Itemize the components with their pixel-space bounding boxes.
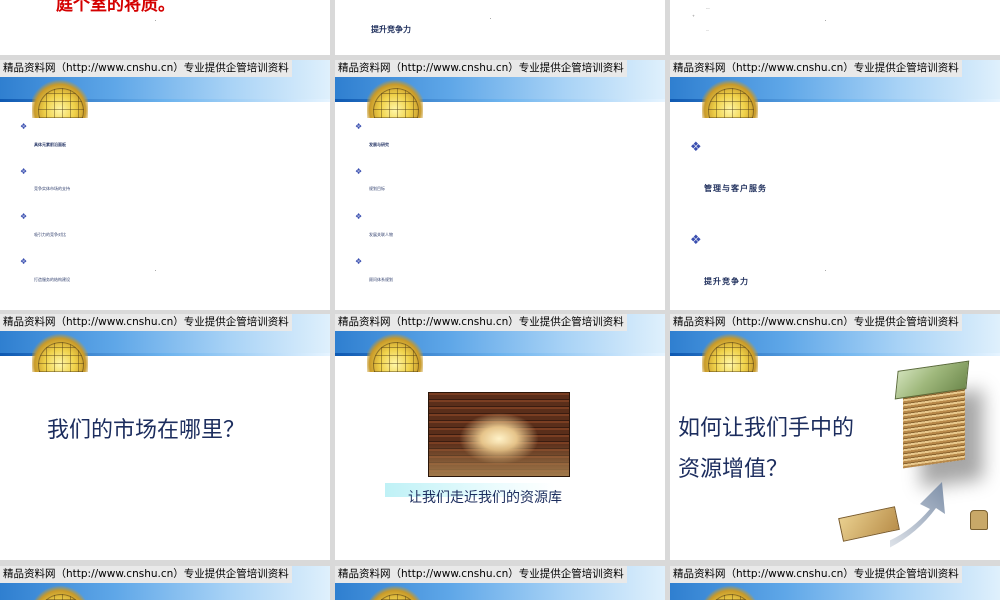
bullet-text: 吸引力的竞争对比 — [34, 232, 66, 237]
diamond-bullet-icon: ❖ — [690, 233, 702, 248]
slide-text: --- — [706, 6, 710, 10]
slide-thumbnail-9[interactable]: 精品资料网（http://www.cnshu.cn）专业提供企管培训资料 如何让… — [670, 314, 1000, 560]
diamond-bullet-icon: ❖ — [355, 122, 363, 131]
slide-banner: 精品资料网（http://www.cnshu.cn）专业提供企管培训资料 — [0, 566, 330, 600]
money-bag-icon — [970, 510, 988, 530]
library-image — [428, 392, 570, 477]
slide-text: ... — [706, 28, 710, 32]
banner-label: 精品资料网（http://www.cnshu.cn）专业提供企管培训资料 — [335, 60, 627, 77]
diamond-bullet-icon: ❖ — [355, 257, 363, 266]
slide-thumbnail-6[interactable]: 精品资料网（http://www.cnshu.cn）专业提供企管培训资料 ❖ 管… — [670, 60, 1000, 310]
globe-logo-icon — [367, 584, 423, 600]
slide-thumbnail-10[interactable]: 精品资料网（http://www.cnshu.cn）专业提供企管培训资料 — [0, 566, 330, 600]
globe-logo-icon — [367, 332, 423, 372]
slide-thumbnail-3[interactable]: --- + ... — [670, 0, 1000, 55]
slide-thumbnail-12[interactable]: 精品资料网（http://www.cnshu.cn）专业提供企管培训资料 — [670, 566, 1000, 600]
slide-title: 我们的市场在哪里？ — [47, 418, 246, 443]
slide-thumbnail-4[interactable]: 精品资料网（http://www.cnshu.cn）专业提供企管培训资料 ❖ 具… — [0, 60, 330, 310]
banner-label: 精品资料网（http://www.cnshu.cn）专业提供企管培训资料 — [0, 314, 292, 331]
bullet-text: 打造服务的结构建设 — [34, 277, 70, 282]
banner-label: 精品资料网（http://www.cnshu.cn）专业提供企管培训资料 — [670, 314, 962, 331]
diamond-bullet-icon: ❖ — [690, 140, 702, 155]
slide-dot — [825, 20, 826, 21]
slide-thumbnail-5[interactable]: 精品资料网（http://www.cnshu.cn）专业提供企管培训资料 ❖ 发… — [335, 60, 665, 310]
slide-text: 提升竞争力 — [371, 24, 411, 34]
banner-label: 精品资料网（http://www.cnshu.cn）专业提供企管培训资料 — [0, 566, 292, 583]
diamond-bullet-icon: ❖ — [20, 257, 28, 266]
banner-label: 精品资料网（http://www.cnshu.cn）专业提供企管培训资料 — [335, 314, 627, 331]
globe-logo-icon — [702, 584, 758, 600]
bullet-text: 具体元素前沿面板 — [34, 142, 66, 147]
banner-label: 精品资料网（http://www.cnshu.cn）专业提供企管培训资料 — [670, 60, 962, 77]
banner-label: 精品资料网（http://www.cnshu.cn）专业提供企管培训资料 — [670, 566, 962, 583]
diamond-bullet-icon: ❖ — [20, 122, 28, 131]
slide-title-line: 如何让我们手中的 — [678, 416, 855, 441]
banner-label: 精品资料网（http://www.cnshu.cn）专业提供企管培训资料 — [335, 566, 627, 583]
bullet-icon: + — [692, 14, 695, 18]
bullet-text: 发展关联人物 — [369, 232, 393, 237]
slide-banner: 精品资料网（http://www.cnshu.cn）专业提供企管培训资料 — [670, 314, 1000, 372]
slide-dot — [825, 270, 826, 271]
slide-banner: 精品资料网（http://www.cnshu.cn）专业提供企管培训资料 — [335, 566, 665, 600]
slide-thumbnail-2[interactable]: 提升竞争力 — [335, 0, 665, 55]
slide-banner: 精品资料网（http://www.cnshu.cn）专业提供企管培训资料 — [0, 314, 330, 372]
diamond-bullet-icon: ❖ — [20, 212, 28, 221]
globe-logo-icon — [32, 78, 88, 118]
bullet-text: 规划目标 — [369, 186, 385, 191]
diamond-bullet-icon: ❖ — [20, 167, 28, 176]
globe-logo-icon — [702, 78, 758, 118]
slide-banner: 精品资料网（http://www.cnshu.cn）专业提供企管培训资料 — [670, 60, 1000, 118]
diamond-bullet-icon: ❖ — [355, 167, 363, 176]
slide-dot — [155, 270, 156, 271]
slide-thumbnail-1[interactable]: 庭个室的将质。 — [0, 0, 330, 55]
slide-dot — [490, 18, 491, 19]
slide-caption: 让我们走近我们的资源库 — [408, 490, 562, 506]
globe-logo-icon — [32, 584, 88, 600]
bullet-text: 管理与客户服务 — [704, 183, 767, 193]
slide-banner: 精品资料网（http://www.cnshu.cn）专业提供企管培训资料 — [670, 566, 1000, 600]
slide-thumbnail-7[interactable]: 精品资料网（http://www.cnshu.cn）专业提供企管培训资料 我们的… — [0, 314, 330, 560]
banner-label: 精品资料网（http://www.cnshu.cn）专业提供企管培训资料 — [0, 60, 292, 77]
slide-title-partial: 庭个室的将质。 — [56, 0, 175, 15]
slide-thumbnail-11[interactable]: 精品资料网（http://www.cnshu.cn）专业提供企管培训资料 — [335, 566, 665, 600]
slide-title-line: 资源增值？ — [678, 457, 789, 482]
slide-banner: 精品资料网（http://www.cnshu.cn）专业提供企管培训资料 — [0, 60, 330, 118]
bullet-text: 发展与研究 — [369, 142, 389, 147]
slide-banner: 精品资料网（http://www.cnshu.cn）专业提供企管培训资料 — [335, 60, 665, 118]
slide-dot — [155, 20, 156, 21]
bullet-text: 提升竞争力 — [704, 276, 749, 286]
bullet-text: 顾问体系规划 — [369, 277, 393, 282]
globe-logo-icon — [702, 332, 758, 372]
globe-logo-icon — [367, 78, 423, 118]
globe-logo-icon — [32, 332, 88, 372]
bullet-text: 竞争实体市场的支持 — [34, 186, 70, 191]
slide-thumbnail-8[interactable]: 精品资料网（http://www.cnshu.cn）专业提供企管培训资料 让我们… — [335, 314, 665, 560]
slide-banner: 精品资料网（http://www.cnshu.cn）专业提供企管培训资料 — [335, 314, 665, 372]
diamond-bullet-icon: ❖ — [355, 212, 363, 221]
